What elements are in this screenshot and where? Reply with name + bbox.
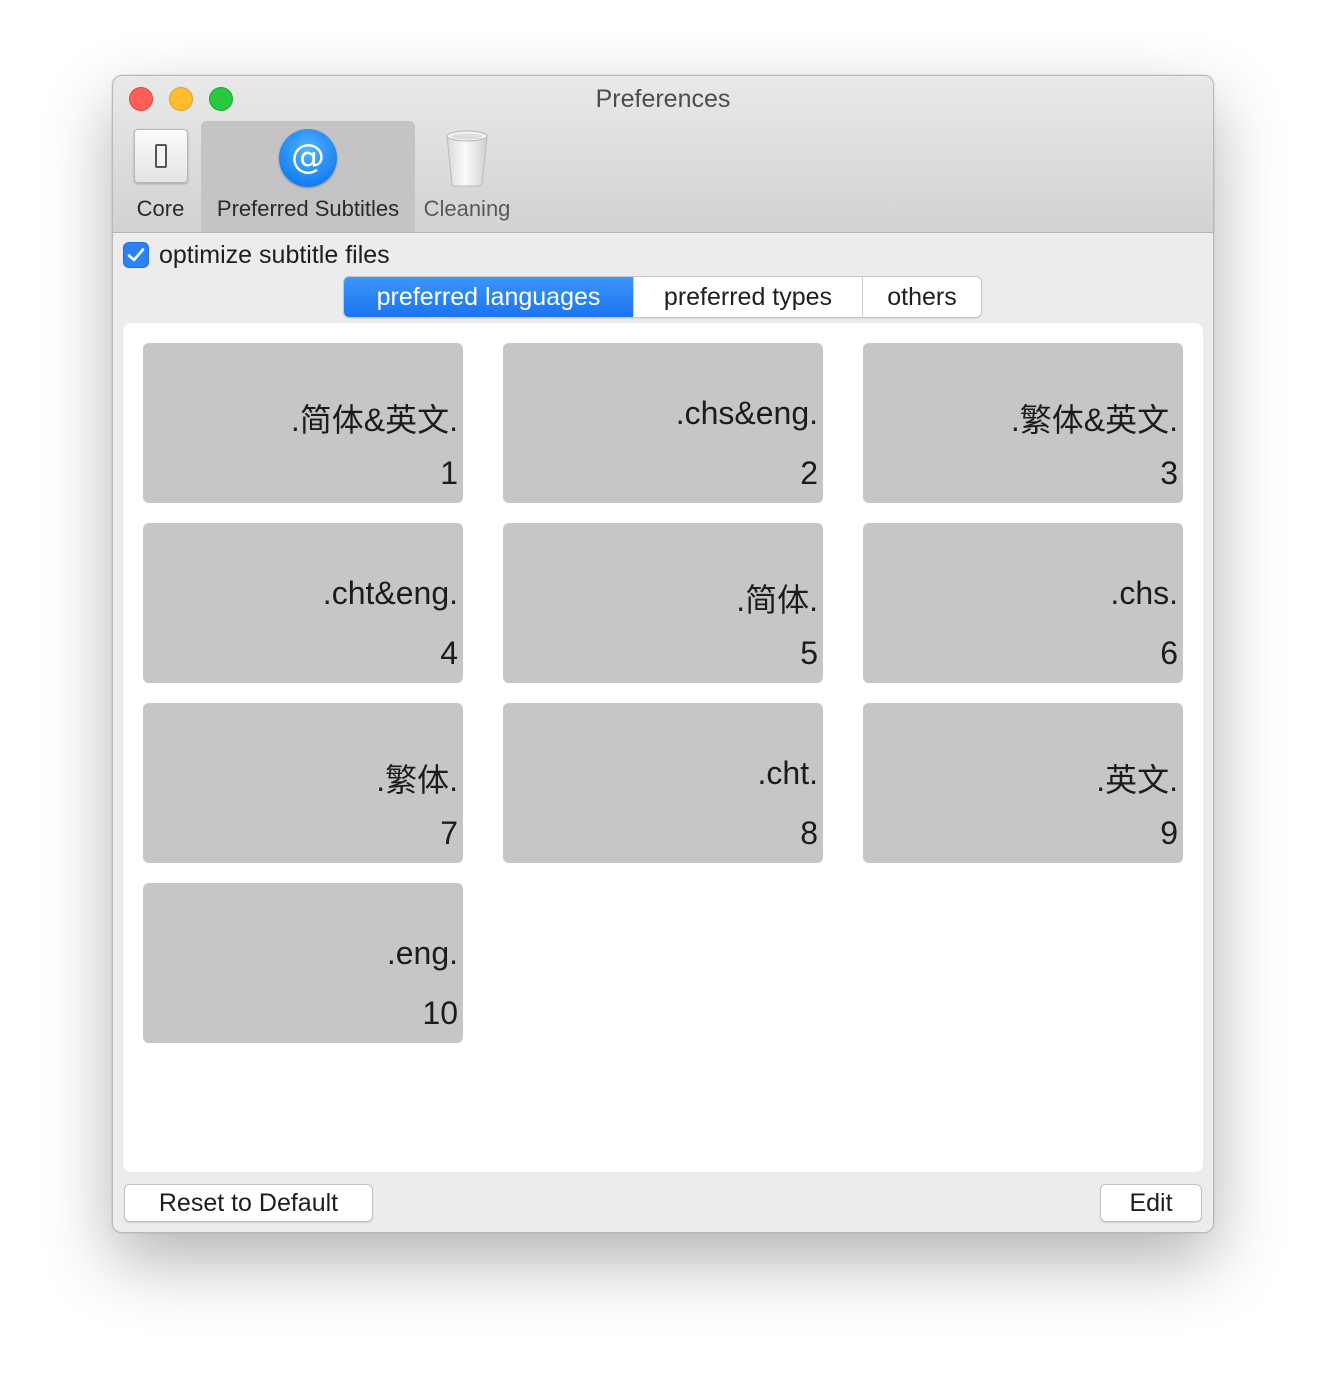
language-tile-label: .英文. <box>1096 762 1178 798</box>
language-tile-label: .繁体&英文. <box>1010 402 1178 438</box>
language-tile-rank: 8 <box>800 815 818 851</box>
titlebar: Preferences Core @ Preferred Subtitles C… <box>113 76 1213 233</box>
language-tile-label: .cht&eng. <box>322 575 458 611</box>
optimize-subtitle-files-label: optimize subtitle files <box>159 240 390 269</box>
toolbar-item-cleaning-label: Cleaning <box>423 196 511 221</box>
toolbar-item-core[interactable]: Core <box>125 121 196 232</box>
trash-icon <box>444 129 490 187</box>
language-tile-rank: 10 <box>422 995 458 1031</box>
language-tile-rank: 6 <box>1160 635 1178 671</box>
toolbar-item-preferred-subtitles[interactable]: @ Preferred Subtitles <box>201 121 415 232</box>
subtitle-settings-segmented-control: preferred languages preferred types othe… <box>343 276 982 318</box>
language-tile-rank: 9 <box>1160 815 1178 851</box>
language-tile[interactable]: .简体&英文. 1 <box>143 343 463 503</box>
language-tile-label: .cht. <box>757 755 818 791</box>
language-tile-label: .chs. <box>1110 575 1178 611</box>
language-tile[interactable]: .简体. 5 <box>503 523 823 683</box>
language-tile-rank: 5 <box>800 635 818 671</box>
toolbar-item-cleaning[interactable]: Cleaning <box>419 121 515 232</box>
language-tile-label: .简体. <box>736 582 818 618</box>
preferences-content: optimize subtitle files preferred langua… <box>113 233 1213 1232</box>
reset-to-default-button[interactable]: Reset to Default <box>124 1184 373 1222</box>
language-tile[interactable]: .eng. 10 <box>143 883 463 1043</box>
optimize-subtitle-files-checkbox[interactable] <box>123 242 149 268</box>
language-tile-rank: 1 <box>440 455 458 491</box>
checkmark-icon <box>127 248 145 262</box>
edit-button[interactable]: Edit <box>1100 1184 1202 1222</box>
language-tile[interactable]: .英文. 9 <box>863 703 1183 863</box>
tab-others[interactable]: others <box>862 277 981 317</box>
language-tile[interactable]: .繁体. 7 <box>143 703 463 863</box>
optimize-subtitle-files-option[interactable]: optimize subtitle files <box>123 240 390 270</box>
language-tile-rank: 7 <box>440 815 458 851</box>
window-title: Preferences <box>595 85 731 113</box>
preferences-window: Preferences Core @ Preferred Subtitles C… <box>112 75 1214 1233</box>
at-sign-icon: @ <box>279 129 337 187</box>
language-tile[interactable]: .繁体&英文. 3 <box>863 343 1183 503</box>
language-tile[interactable]: .chs. 6 <box>863 523 1183 683</box>
switch-icon <box>133 129 188 183</box>
language-tile[interactable]: .cht. 8 <box>503 703 823 863</box>
toolbar-item-core-label: Core <box>136 196 185 221</box>
language-tile[interactable]: .cht&eng. 4 <box>143 523 463 683</box>
language-tile-rank: 2 <box>800 455 818 491</box>
language-tile-label: .繁体. <box>376 762 458 798</box>
language-tile-rank: 3 <box>1160 455 1178 491</box>
language-tile-label: .简体&英文. <box>290 402 458 438</box>
language-tile-label: .chs&eng. <box>675 395 818 431</box>
language-tile-rank: 4 <box>440 635 458 671</box>
language-tile[interactable]: .chs&eng. 2 <box>503 343 823 503</box>
tab-preferred-languages[interactable]: preferred languages <box>344 277 633 317</box>
language-tile-label: .eng. <box>386 935 458 971</box>
tab-preferred-types[interactable]: preferred types <box>633 277 862 317</box>
preferred-languages-grid: .简体&英文. 1 .chs&eng. 2 .繁体&英文. 3 .cht&eng… <box>123 323 1203 1172</box>
toolbar-item-preferred-subtitles-label: Preferred Subtitles <box>216 196 400 221</box>
